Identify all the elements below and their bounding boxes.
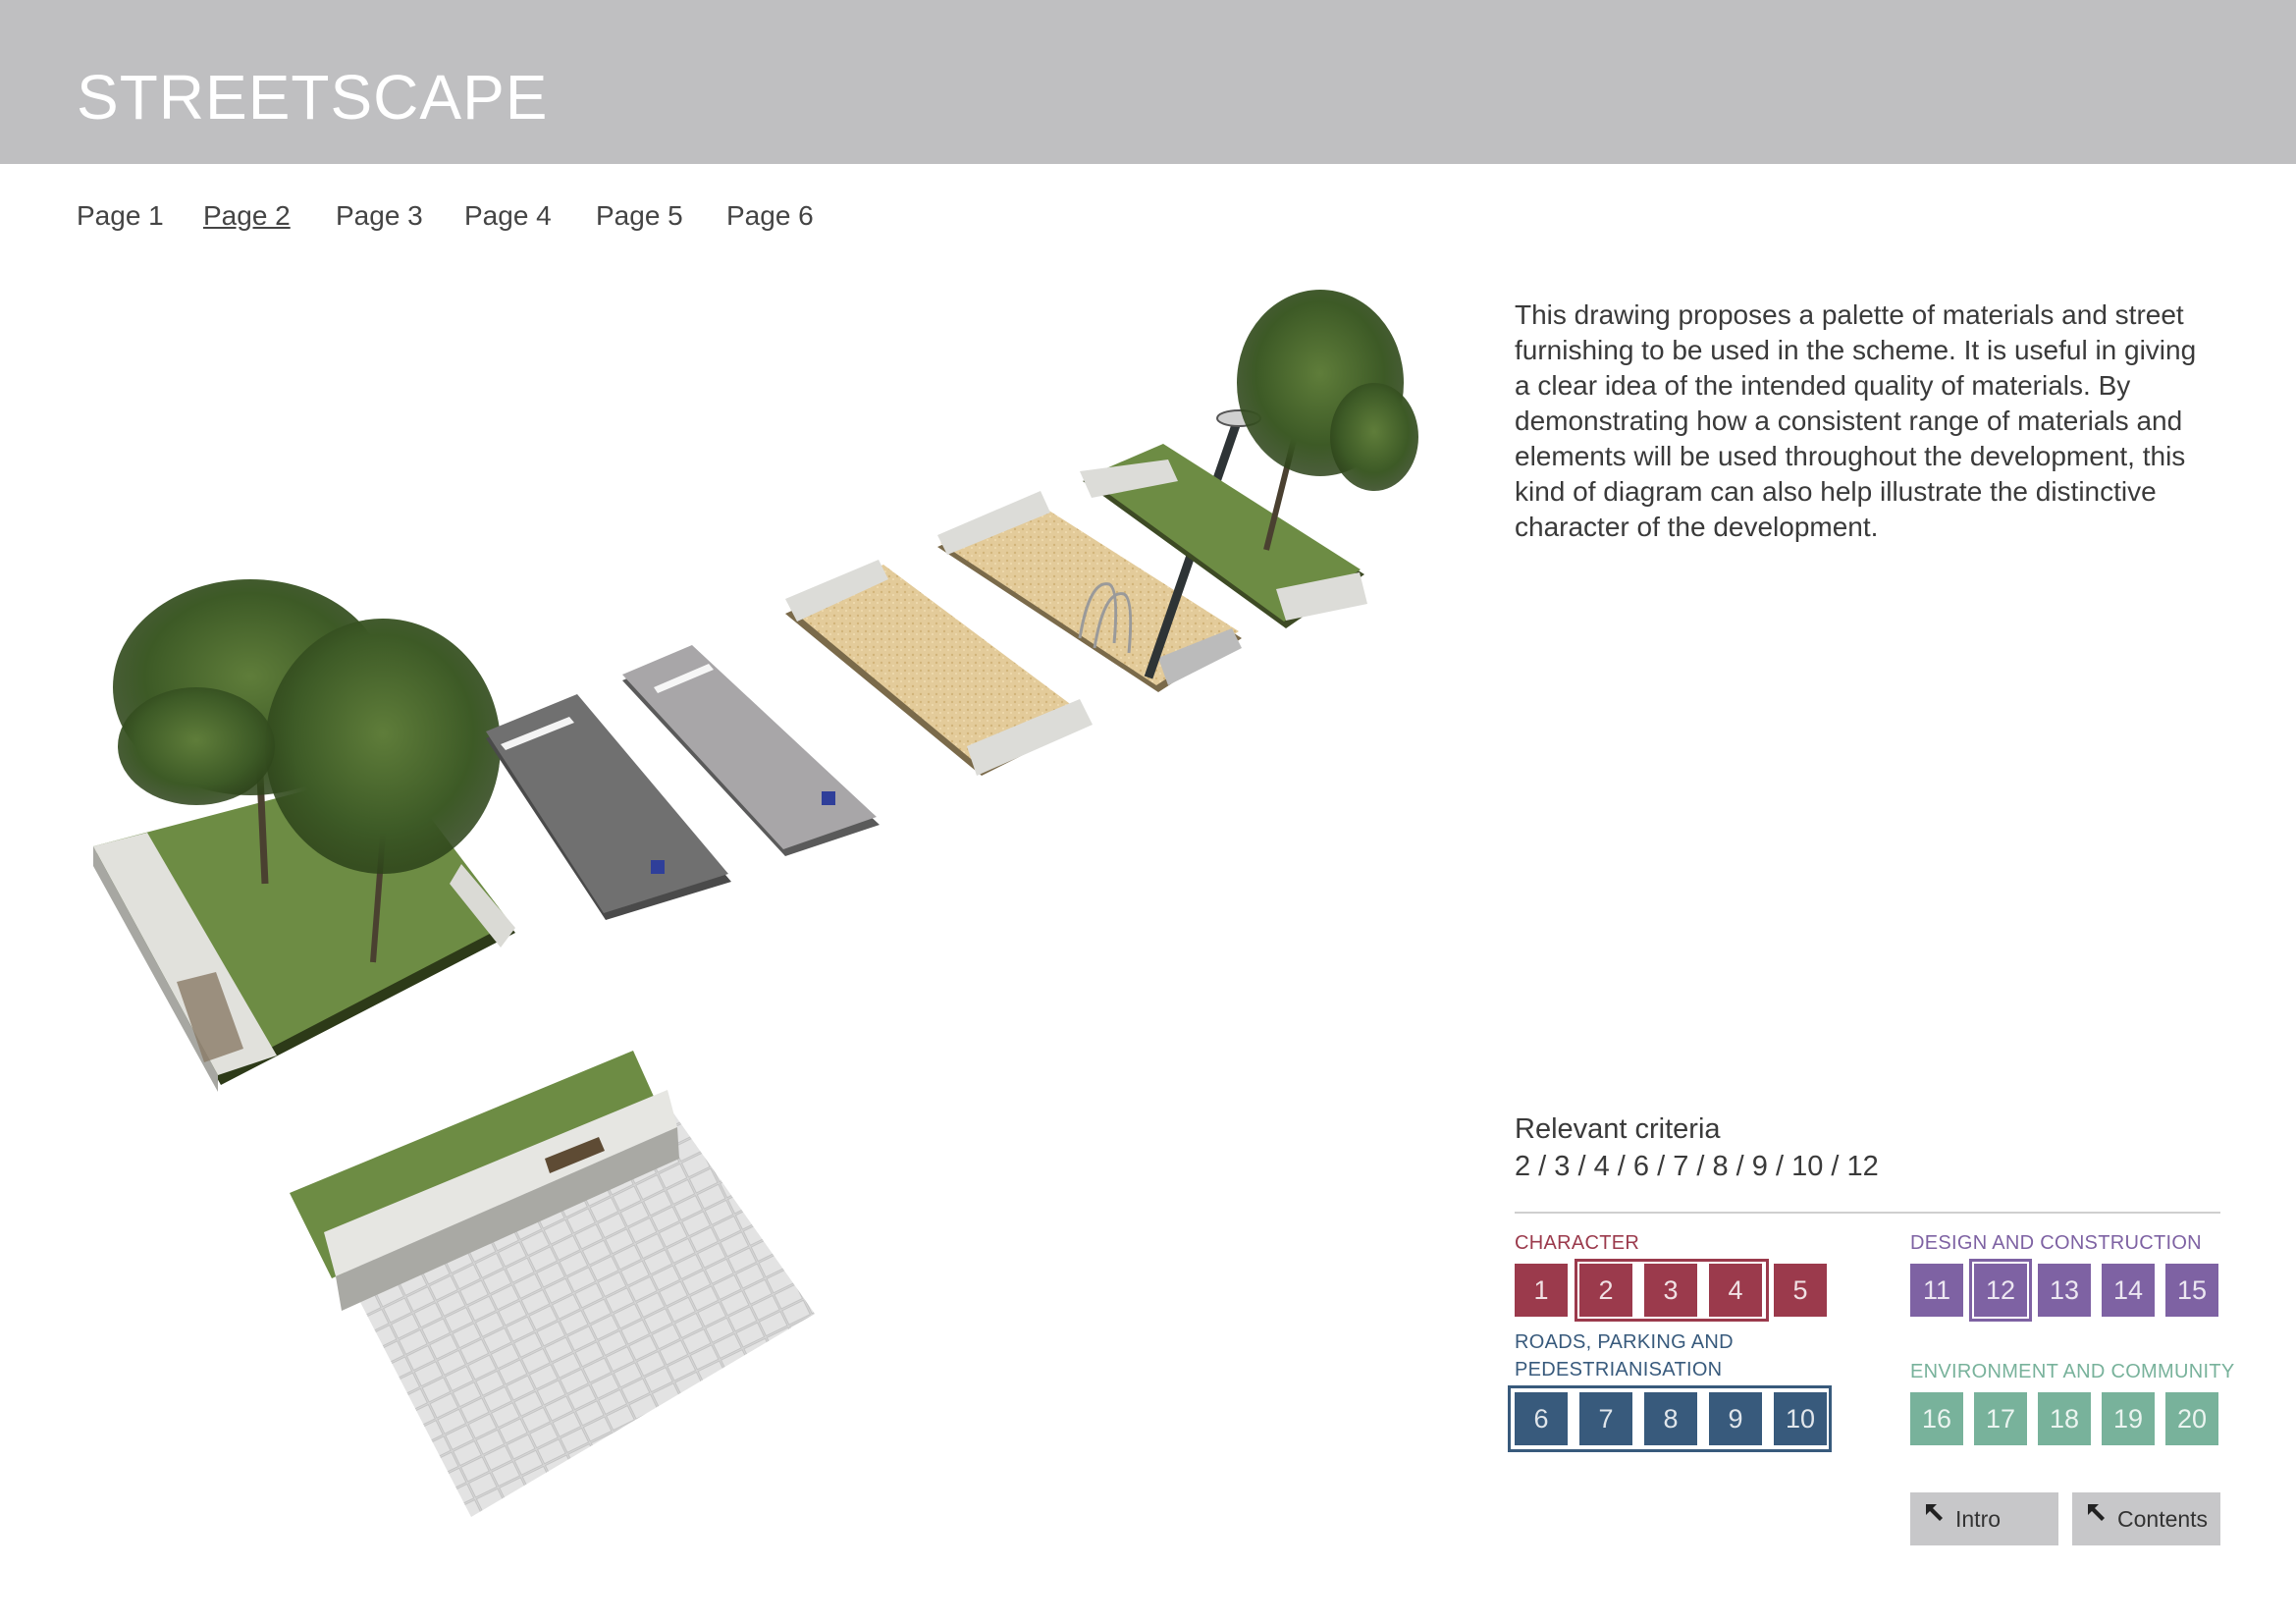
- criterion-box-12[interactable]: 12: [1974, 1264, 2027, 1317]
- criterion-box-8[interactable]: 8: [1644, 1392, 1697, 1445]
- criterion-box-17[interactable]: 17: [1974, 1392, 2027, 1445]
- criterion-box-2[interactable]: 2: [1579, 1264, 1632, 1317]
- page-link-6[interactable]: Page 6: [726, 200, 814, 232]
- page-link-4[interactable]: Page 4: [464, 200, 552, 232]
- criterion-box-14[interactable]: 14: [2102, 1264, 2155, 1317]
- raised-lawn-and-setts-paving: [290, 1051, 815, 1517]
- relevant-criteria-label: Relevant criteria: [1515, 1113, 1721, 1145]
- criterion-box-7[interactable]: 7: [1579, 1392, 1632, 1445]
- criterion-box-11[interactable]: 11: [1910, 1264, 1963, 1317]
- criterion-box-1[interactable]: 1: [1515, 1264, 1568, 1317]
- page-link-3[interactable]: Page 3: [336, 200, 423, 232]
- page-link-5[interactable]: Page 5: [596, 200, 683, 232]
- roads-category-label-line2: PEDESTRIANISATION: [1515, 1359, 1723, 1380]
- criterion-box-3[interactable]: 3: [1644, 1264, 1697, 1317]
- lawn-tile-with-trees: [93, 579, 515, 1092]
- criterion-box-10[interactable]: 10: [1774, 1392, 1827, 1445]
- environment-category-label: ENVIRONMENT AND COMMUNITY: [1910, 1361, 2235, 1382]
- criterion-box-13[interactable]: 13: [2038, 1264, 2091, 1317]
- roads-category-label-line1: ROADS, PARKING AND: [1515, 1331, 1734, 1353]
- header-bar: STREETSCAPE: [0, 0, 2296, 164]
- arrow-up-left-icon: [2088, 1504, 2105, 1521]
- page-link-1[interactable]: Page 1: [77, 200, 164, 232]
- criterion-box-19[interactable]: 19: [2102, 1392, 2155, 1445]
- criterion-box-18[interactable]: 18: [2038, 1392, 2091, 1445]
- contents-button-label: Contents: [2117, 1506, 2209, 1532]
- page-link-2[interactable]: Page 2: [203, 200, 291, 232]
- criterion-box-4[interactable]: 4: [1709, 1264, 1762, 1317]
- relevant-criteria-list: 2 / 3 / 4 / 6 / 7 / 8 / 9 / 10 / 12: [1515, 1151, 1879, 1182]
- criterion-box-16[interactable]: 16: [1910, 1392, 1963, 1445]
- arrow-up-left-icon: [1926, 1504, 1943, 1521]
- contents-button[interactable]: Contents: [2072, 1492, 2220, 1545]
- divider: [1515, 1212, 2220, 1214]
- criterion-box-20[interactable]: 20: [2165, 1392, 2218, 1445]
- criterion-box-15[interactable]: 15: [2165, 1264, 2218, 1317]
- criterion-box-9[interactable]: 9: [1709, 1392, 1762, 1445]
- streetscape-materials-illustration: [93, 290, 1418, 1517]
- description-text: This drawing proposes a palette of mater…: [1515, 299, 2197, 542]
- criterion-box-5[interactable]: 5: [1774, 1264, 1827, 1317]
- intro-button[interactable]: Intro: [1910, 1492, 2058, 1545]
- page-title: STREETSCAPE: [77, 62, 549, 133]
- roads-category-label: ROADS, PARKING AND PEDESTRIANISATION: [1515, 1328, 1734, 1383]
- intro-button-label: Intro: [1955, 1506, 2002, 1532]
- character-category-label: CHARACTER: [1515, 1232, 1640, 1254]
- design-category-label: DESIGN AND CONSTRUCTION: [1910, 1232, 2202, 1254]
- criterion-box-6[interactable]: 6: [1515, 1392, 1568, 1445]
